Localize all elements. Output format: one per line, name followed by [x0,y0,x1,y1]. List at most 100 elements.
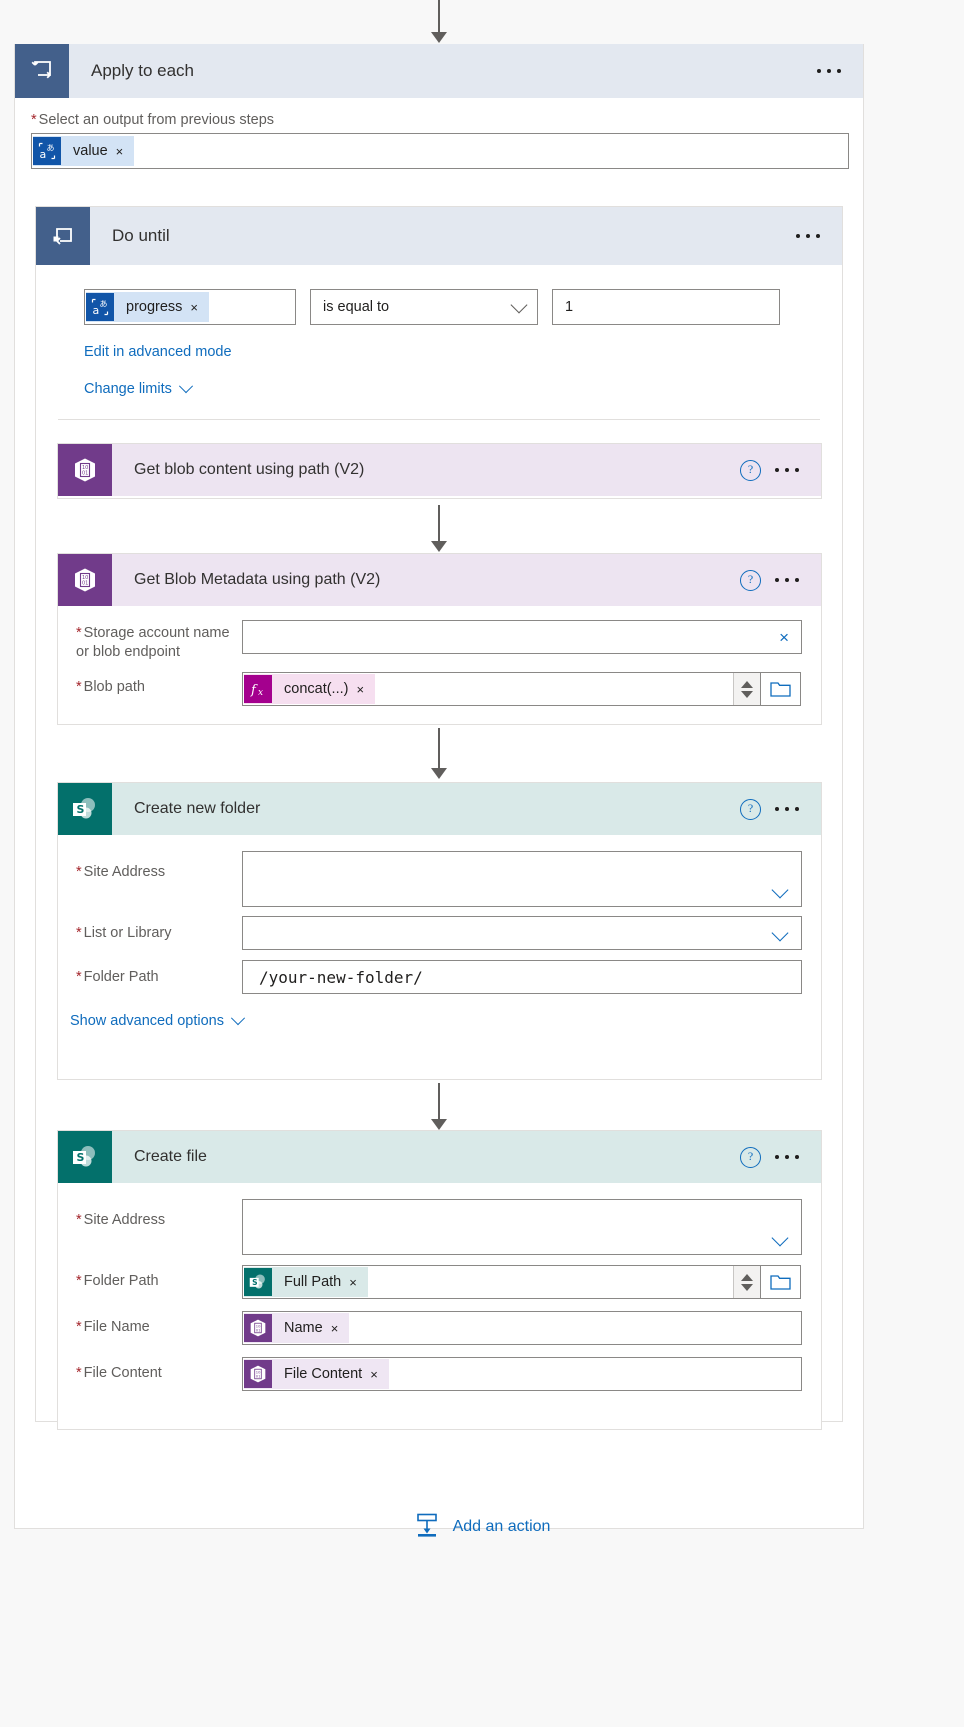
blob-path-label: * Blob path [76,679,145,695]
do-until-divider [58,419,820,420]
required-asterisk: * [31,112,37,128]
token-remove-icon[interactable]: × [356,682,375,697]
condition-value-input[interactable]: 1 [552,289,780,325]
token-concat[interactable]: f x concat(...) × [244,674,376,704]
help-icon[interactable]: ? [740,798,761,820]
azure-blob-storage-icon: 10 01 [58,554,112,606]
file-name-row: * File Name 10 01 Name × [58,1311,821,1345]
apply-to-each-menu-button[interactable] [817,69,841,73]
token-remove-icon[interactable]: × [370,1367,389,1382]
help-icon[interactable]: ? [740,1146,761,1168]
sharepoint-icon: S [58,1131,112,1183]
chevron-up-icon[interactable] [741,680,753,688]
file-folder-path-browse-button[interactable] [761,1265,801,1299]
svg-text:f: f [250,683,258,698]
add-an-action-label: Add an action [452,1518,551,1535]
token-remove-icon[interactable]: × [331,1321,350,1336]
file-folder-path-input[interactable]: S Full Path × [242,1265,761,1299]
svg-text:a: a [40,148,47,161]
file-content-label: * File Content [76,1365,162,1381]
chevron-up-icon[interactable] [741,1273,753,1281]
apply-to-each-header[interactable]: Apply to each [15,44,863,98]
change-limits-label: Change limits [84,381,172,397]
help-icon[interactable]: ? [740,569,761,591]
svg-text:あ: あ [47,144,55,153]
chevron-down-icon[interactable] [771,881,789,899]
change-limits-link[interactable]: Change limits [84,379,193,397]
create-file-menu-button[interactable] [775,1155,799,1159]
folder-list-library-label: * List or Library [76,925,172,941]
loop-until-icon [36,207,90,265]
folder-site-address-input[interactable] [242,851,802,907]
edit-advanced-mode-link[interactable]: Edit in advanced mode [84,344,232,360]
token-name[interactable]: 10 01 Name × [244,1313,350,1343]
file-site-address-row: * Site Address [58,1199,821,1255]
create-file-header[interactable]: S Create file ? [58,1131,821,1183]
blob-path-row: * Blob path f x concat(...) × [58,672,821,706]
add-an-action-button[interactable]: Add an action [0,1512,964,1542]
azure-blob-storage-icon: 10 01 [58,444,112,496]
svg-text:S: S [77,1151,85,1164]
chevron-down-icon [510,296,528,314]
svg-text:01: 01 [82,471,88,477]
chevron-down-icon[interactable] [741,690,753,698]
token-value[interactable]: a あ value × [33,136,135,166]
file-site-address-label: * Site Address [76,1212,166,1228]
condition-operator-value: is equal to [323,299,390,315]
get-blob-metadata-header[interactable]: 10 01 Get Blob Metadata using path (V2) … [58,554,821,606]
svg-text:01: 01 [82,581,88,587]
select-output-field[interactable]: a あ value × [31,133,849,169]
token-remove-icon[interactable]: × [190,300,209,315]
file-name-input[interactable]: 10 01 Name × [242,1311,802,1345]
required-asterisk: * [76,1319,82,1335]
folder-path-input[interactable]: /your-new-folder/ [242,960,802,994]
condition-left-field[interactable]: a あ progress × [84,289,296,325]
file-site-address-input[interactable] [242,1199,802,1255]
token-full-path[interactable]: S Full Path × [244,1267,368,1297]
token-remove-icon[interactable]: × [349,1275,368,1290]
get-blob-content-card: 10 01 Get blob content using path (V2) ? [57,443,822,499]
required-asterisk: * [76,969,82,985]
create-new-folder-header[interactable]: S Create new folder ? [58,783,821,835]
get-blob-content-header[interactable]: 10 01 Get blob content using path (V2) ? [58,444,821,496]
svg-text:S: S [77,803,85,816]
do-until-menu-button[interactable] [796,234,820,238]
file-content-input[interactable]: 10 01 File Content × [242,1357,802,1391]
add-action-icon [414,1512,440,1542]
chevron-down-icon[interactable] [771,924,789,942]
blob-path-spinner[interactable] [733,673,760,705]
do-until-header[interactable]: Do until [36,207,842,265]
token-label: Name [284,1320,323,1336]
required-asterisk: * [76,679,82,695]
get-blob-metadata-menu-button[interactable] [775,578,799,582]
clear-icon[interactable]: × [779,629,789,646]
file-name-label: * File Name [76,1319,150,1335]
required-asterisk: * [76,1212,82,1228]
blob-path-browse-button[interactable] [761,672,801,706]
blob-path-input[interactable]: f x concat(...) × [242,672,761,706]
file-folder-path-spinner[interactable] [733,1266,760,1298]
chevron-down-icon[interactable] [741,1283,753,1291]
token-remove-icon[interactable]: × [116,144,135,159]
file-content-row: * File Content 10 01 File Content × [58,1357,821,1391]
token-file-content[interactable]: 10 01 File Content × [244,1359,389,1389]
token-progress[interactable]: a あ progress × [86,292,210,322]
create-new-folder-menu-button[interactable] [775,807,799,811]
chevron-down-icon[interactable] [771,1229,789,1247]
help-icon[interactable]: ? [740,459,761,481]
folder-list-library-input[interactable] [242,916,802,950]
folder-site-address-label: * Site Address [76,864,166,880]
apply-to-each-body: * Select an output from previous steps a … [15,98,863,179]
do-until-condition-row: a あ progress × is equal to 1 [36,265,842,325]
svg-text:01: 01 [256,1328,261,1332]
condition-operator-select[interactable]: is equal to [310,289,538,325]
storage-account-row: * Storage account name or blob endpoint × [58,620,821,662]
show-advanced-options-link-folder[interactable]: Show advanced options [70,1011,246,1029]
svg-text:x: x [258,688,263,698]
select-output-label: * Select an output from previous steps [31,112,275,128]
storage-account-input[interactable]: × [242,620,802,654]
sharepoint-icon: S [58,783,112,835]
dynamic-content-icon: a あ [33,137,61,165]
svg-text:あ: あ [100,300,108,309]
get-blob-content-menu-button[interactable] [775,468,799,472]
